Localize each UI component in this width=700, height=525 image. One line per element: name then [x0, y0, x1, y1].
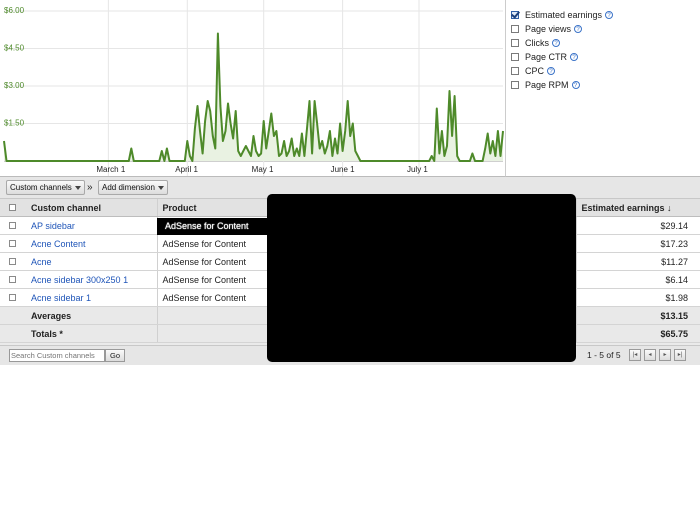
channel-cell: Acne: [26, 252, 157, 271]
summary-blank-cell: [156, 306, 267, 325]
totals-label: Totals *: [26, 324, 157, 343]
previous-page-icon[interactable]: ◂: [644, 349, 656, 361]
channel-link[interactable]: AP sidebar: [31, 221, 75, 231]
y-tick-label: $3.00: [4, 81, 25, 90]
channel-link[interactable]: Acne: [31, 257, 52, 267]
custom-channels-label: Custom channels: [10, 183, 72, 192]
row-select-cell: [0, 288, 26, 307]
metric-page-rpm[interactable]: Page RPM ?: [511, 78, 580, 91]
metric-cpc[interactable]: CPC ?: [511, 64, 556, 77]
column-header-estimated-earnings[interactable]: Estimated earnings ↓: [575, 199, 700, 217]
row-select-cell: [0, 270, 26, 289]
product-cell: AdSense for Content: [156, 234, 267, 253]
metric-checkbox-icon[interactable]: [511, 66, 519, 75]
metric-estimated-earnings[interactable]: Estimated earnings ?: [511, 8, 614, 21]
last-page-icon[interactable]: ▸|: [674, 349, 686, 361]
help-icon[interactable]: ?: [571, 80, 580, 89]
help-icon[interactable]: ?: [574, 24, 583, 33]
metric-clicks[interactable]: Clicks ?: [511, 36, 560, 49]
redaction-box: [267, 194, 576, 362]
earnings-line-chart: $6.00 $4.50 $3.00 $1.50 March 1 April 1 May 1 J…: [3, 0, 504, 176]
next-page-icon[interactable]: ▸: [659, 349, 671, 361]
metric-label: Estimated earnings: [525, 9, 603, 20]
help-icon[interactable]: ?: [547, 66, 556, 75]
row-select-cell: [0, 252, 26, 271]
summary-blank-cell: [0, 306, 26, 325]
metric-checkbox-checked-icon[interactable]: [511, 10, 519, 19]
select-all-cell: [0, 199, 26, 217]
redacted-product-text: AdSense for Content: [165, 221, 249, 231]
x-tick-label: July 1: [407, 165, 428, 174]
help-icon[interactable]: ?: [552, 38, 560, 47]
metric-checkbox-icon[interactable]: [511, 24, 519, 33]
totals-earnings: $65.75: [575, 324, 700, 343]
channel-link[interactable]: Acne sidebar 300x250 1: [31, 275, 128, 285]
product-cell: AdSense for Content: [156, 252, 267, 271]
y-tick-label: $6.00: [4, 6, 25, 15]
pagination-text: 1 - 5 of 5: [587, 350, 621, 360]
add-dimension-dropdown[interactable]: Add dimension: [98, 180, 168, 195]
metric-page-ctr[interactable]: Page CTR ?: [511, 50, 579, 63]
select-all-checkbox[interactable]: [9, 203, 16, 211]
metric-selector: Estimated earnings ? Page views ? Clicks…: [506, 0, 700, 177]
earnings-cell: $17.23: [575, 234, 700, 253]
channel-cell: AP sidebar: [26, 216, 157, 235]
chevron-down-icon: [157, 185, 164, 190]
go-button[interactable]: Go: [105, 349, 126, 362]
product-cell: AdSense for Content: [156, 288, 267, 307]
channel-link[interactable]: Acne sidebar 1: [31, 293, 91, 303]
channel-cell: Acne sidebar 300x250 1: [26, 270, 157, 289]
add-dimension-label: Add dimension: [102, 183, 155, 192]
summary-blank-cell: [0, 324, 26, 343]
averages-earnings: $13.15: [575, 306, 700, 325]
y-tick-label: $4.50: [4, 44, 25, 53]
channel-cell: Acne sidebar 1: [26, 288, 157, 307]
earnings-series-line: [3, 32, 504, 162]
summary-blank-cell: [156, 324, 267, 343]
breadcrumb-separator: »: [87, 182, 93, 193]
column-header-custom-channel[interactable]: Custom channel: [26, 199, 157, 217]
earnings-cell: $6.14: [575, 270, 700, 289]
row-select-cell: [0, 234, 26, 253]
metric-label: Page RPM: [525, 79, 569, 90]
metric-checkbox-icon[interactable]: [511, 52, 519, 61]
channel-cell: Acne Content: [26, 234, 157, 253]
metric-checkbox-icon[interactable]: [511, 38, 519, 47]
row-checkbox[interactable]: [9, 221, 16, 229]
earnings-cell: $11.27: [575, 252, 700, 271]
metric-page-views[interactable]: Page views ?: [511, 22, 583, 35]
product-cell: AdSense for Content: [156, 270, 267, 289]
metric-label: Page views: [525, 23, 572, 34]
search-input[interactable]: [9, 349, 105, 362]
metric-checkbox-icon[interactable]: [511, 80, 519, 89]
help-icon[interactable]: ?: [605, 10, 614, 19]
help-icon[interactable]: ?: [570, 52, 579, 61]
y-tick-label: $1.50: [4, 119, 25, 128]
earnings-cell: $29.14: [575, 216, 700, 235]
row-checkbox[interactable]: [9, 293, 16, 301]
x-tick-label: May 1: [252, 165, 274, 174]
row-checkbox[interactable]: [9, 275, 16, 283]
metric-label: Clicks: [525, 37, 549, 48]
x-tick-label: June 1: [331, 165, 356, 174]
row-checkbox[interactable]: [9, 257, 16, 265]
x-tick-label: March 1: [96, 165, 125, 174]
earnings-cell: $1.98: [575, 288, 700, 307]
row-checkbox[interactable]: [9, 239, 16, 247]
metric-label: Page CTR: [525, 51, 568, 62]
column-header-product[interactable]: Product: [156, 199, 267, 217]
custom-channels-dropdown[interactable]: Custom channels: [6, 180, 85, 195]
chevron-down-icon: [74, 185, 81, 190]
averages-label: Averages: [26, 306, 157, 325]
metric-label: CPC: [525, 65, 545, 76]
earnings-chart: $6.00 $4.50 $3.00 $1.50 March 1 April 1 May 1 J…: [0, 0, 506, 177]
first-page-icon[interactable]: |◂: [629, 349, 641, 361]
x-tick-label: April 1: [175, 165, 198, 174]
row-select-cell: [0, 216, 26, 235]
channel-link[interactable]: Acne Content: [31, 239, 86, 249]
